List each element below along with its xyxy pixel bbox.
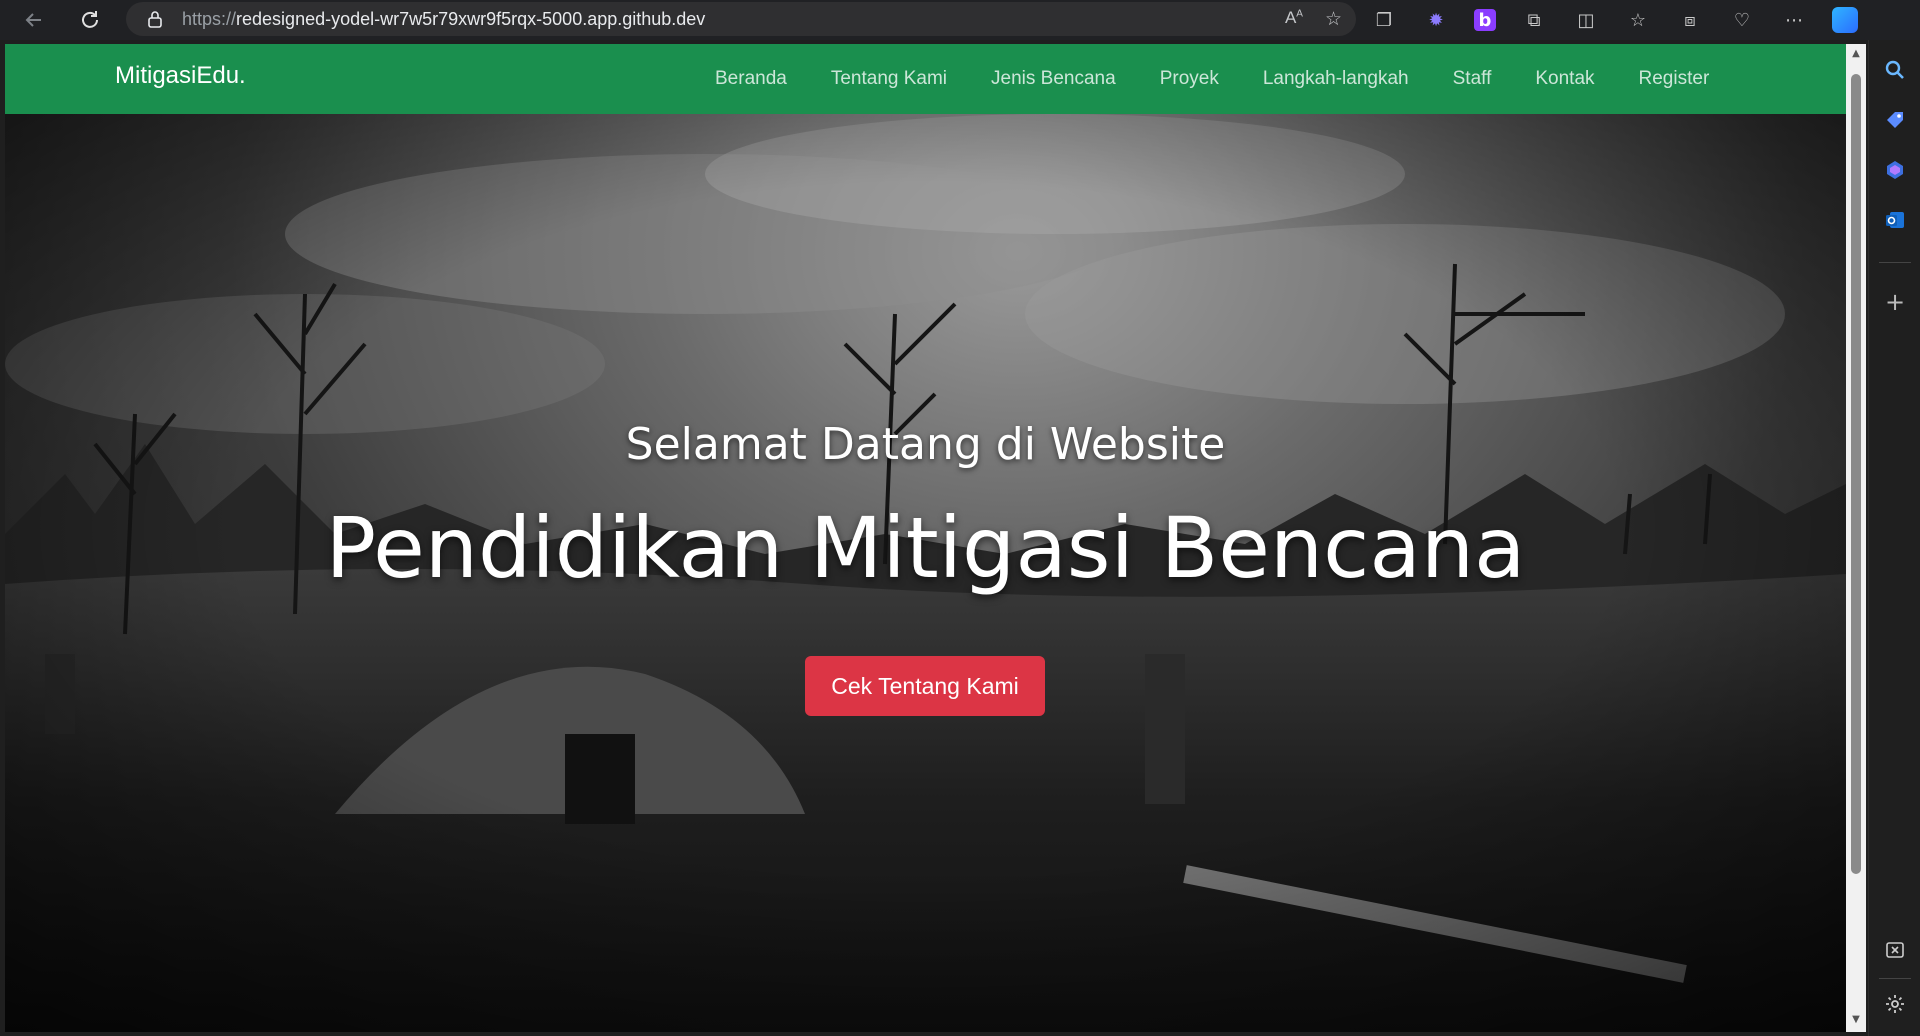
more-menu-icon[interactable]: ⋯ xyxy=(1780,6,1808,34)
purple-gear-extension-icon[interactable]: ✹ xyxy=(1422,6,1450,34)
page-scrollbar[interactable]: ▲ ▼ xyxy=(1846,44,1866,1032)
collections-extension-icon[interactable]: ❐ xyxy=(1370,6,1398,34)
brand-logo[interactable]: MitigasiEdu. xyxy=(115,62,246,90)
sidebar-divider xyxy=(1879,262,1911,263)
lock-icon[interactable] xyxy=(146,10,164,28)
browser-toolbar: https://redesigned-yodel-wr7w5r79xwr9f5r… xyxy=(0,0,1920,40)
url-host: redesigned-yodel-wr7w5r79xwr9f5rqx-5000.… xyxy=(236,8,706,29)
refresh-icon[interactable] xyxy=(70,0,110,40)
nav-proyek[interactable]: Proyek xyxy=(1138,68,1241,90)
hero-title: Pendidikan Mitigasi Bencana xyxy=(325,499,1526,597)
scroll-up-arrow-icon[interactable]: ▲ xyxy=(1850,48,1862,60)
favorite-star-icon[interactable]: ☆ xyxy=(1325,8,1342,31)
cek-tentang-kami-button[interactable]: Cek Tentang Kami xyxy=(805,656,1045,716)
settings-gear-icon[interactable] xyxy=(1883,992,1907,1016)
address-bar[interactable]: https://redesigned-yodel-wr7w5r79xwr9f5r… xyxy=(126,2,1356,36)
nav-menu: Beranda Tentang Kami Jenis Bencana Proye… xyxy=(693,44,1731,114)
sidebar-divider-bottom xyxy=(1879,978,1911,979)
outlook-icon[interactable] xyxy=(1883,208,1907,232)
page-viewport: MitigasiEdu. Beranda Tentang Kami Jenis … xyxy=(5,44,1846,1032)
browser-essentials-icon[interactable]: ♡ xyxy=(1728,6,1756,34)
screenshot-icon[interactable] xyxy=(1883,938,1907,962)
scrollbar-thumb[interactable] xyxy=(1851,74,1861,874)
search-icon[interactable] xyxy=(1883,58,1907,82)
browser-sidebar: + xyxy=(1868,40,1920,1036)
split-screen-icon[interactable]: ◫ xyxy=(1572,6,1600,34)
hero-section: Selamat Datang di Website Pendidikan Mit… xyxy=(5,114,1846,1032)
collections-icon[interactable]: ⧈ xyxy=(1676,6,1704,34)
add-icon[interactable]: + xyxy=(1883,288,1907,316)
hero-subtitle: Selamat Datang di Website xyxy=(625,419,1226,470)
nav-langkah-langkah[interactable]: Langkah-langkah xyxy=(1241,68,1431,90)
extensions-puzzle-icon[interactable]: ⧉ xyxy=(1520,6,1548,34)
read-aloud-icon[interactable]: AA xyxy=(1285,8,1303,31)
nav-tentang-kami[interactable]: Tentang Kami xyxy=(809,68,969,90)
nav-jenis-bencana[interactable]: Jenis Bencana xyxy=(969,68,1138,90)
nav-beranda[interactable]: Beranda xyxy=(693,68,809,90)
b-extension-icon[interactable]: b xyxy=(1474,9,1496,31)
favorites-icon[interactable]: ☆ xyxy=(1624,6,1652,34)
nav-register[interactable]: Register xyxy=(1617,68,1732,90)
site-navbar: MitigasiEdu. Beranda Tentang Kami Jenis … xyxy=(5,44,1846,114)
nav-kontak[interactable]: Kontak xyxy=(1513,68,1616,90)
scroll-down-arrow-icon[interactable]: ▼ xyxy=(1850,1014,1862,1026)
url-protocol: https:// xyxy=(182,8,237,29)
nav-staff[interactable]: Staff xyxy=(1431,68,1514,90)
shopping-tag-icon[interactable] xyxy=(1883,108,1907,132)
copilot-icon[interactable] xyxy=(1832,7,1858,33)
hero-content: Selamat Datang di Website Pendidikan Mit… xyxy=(5,114,1846,1032)
back-icon[interactable] xyxy=(14,0,54,40)
games-icon[interactable] xyxy=(1883,158,1907,182)
